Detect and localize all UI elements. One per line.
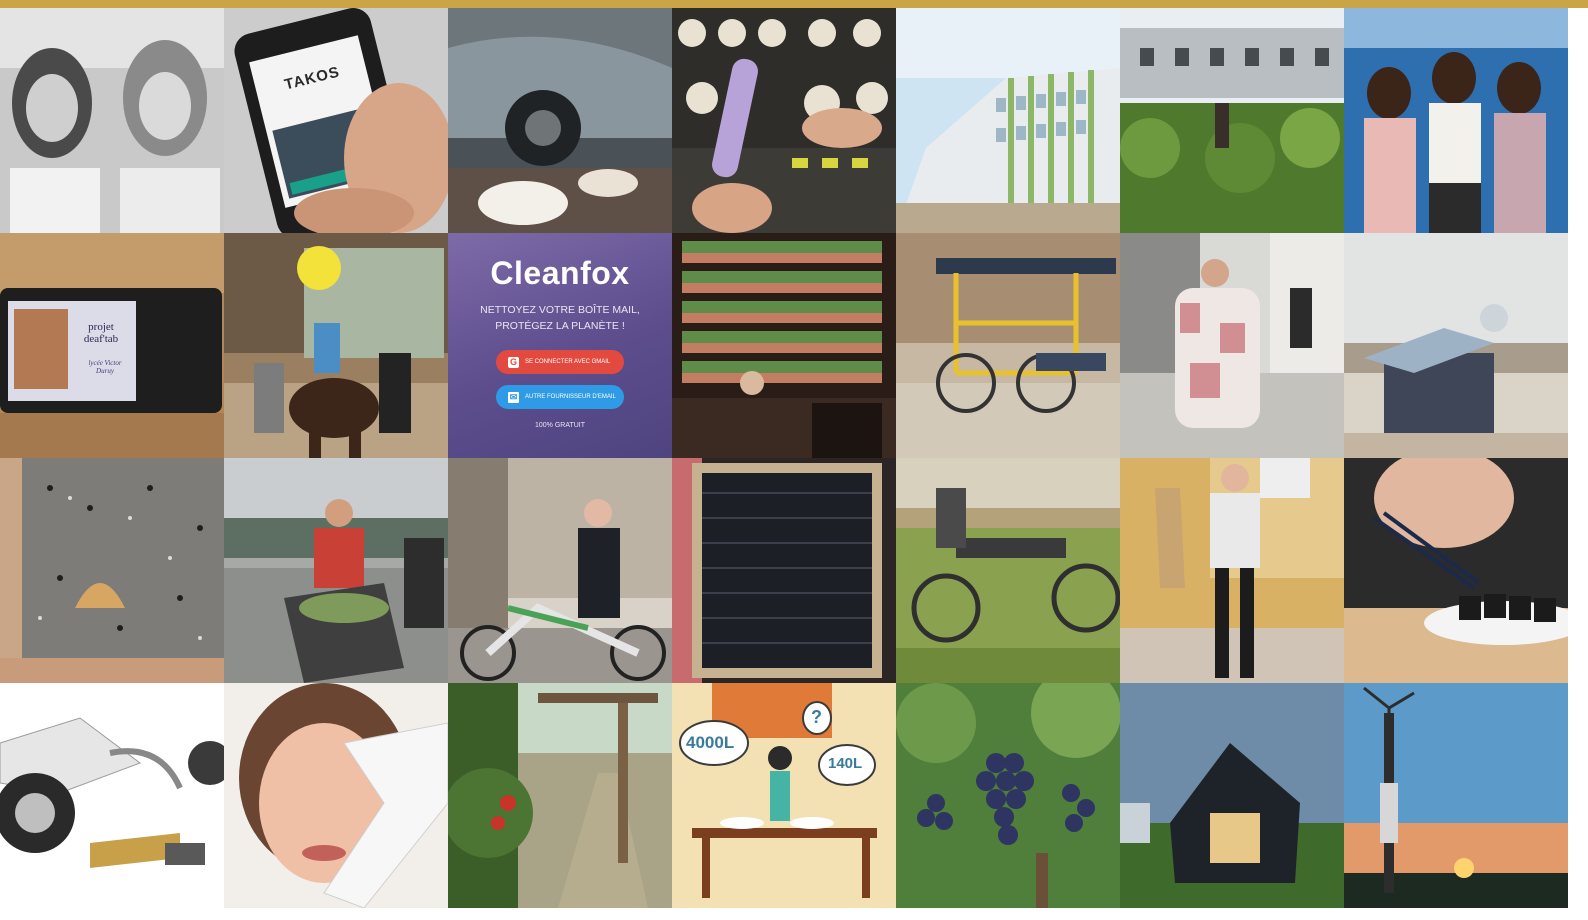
envelope-icon: ✉ (508, 391, 519, 403)
photo-horse-balloon (224, 233, 448, 458)
cleanfox-free-label: 100% GRATUIT (534, 422, 586, 429)
photo-woman-frame (224, 683, 448, 908)
photo-car-ballerina (448, 8, 672, 233)
photo-grid: TAKOS projet deaf'tab lycée Victor Duruy… (0, 8, 1568, 908)
water-4000l-label: 4000L (686, 733, 735, 752)
gmail-connect-button[interactable]: G SE CONNECTER AVEC GMAIL (496, 350, 624, 374)
tile-solar-rooftop[interactable] (1344, 233, 1568, 458)
diagram-car-wheel (0, 683, 224, 908)
tile-wind-turbine[interactable] (1344, 683, 1568, 908)
tile-car-diagram[interactable] (0, 683, 224, 908)
tile-printed-cabin[interactable] (1120, 683, 1344, 908)
tile-cargo-trike[interactable] (896, 458, 1120, 683)
tile-food-waste-bin[interactable] (224, 458, 448, 683)
photo-shell-material (0, 458, 224, 683)
photo-phone-hand (224, 8, 448, 233)
photo-green-facade (896, 8, 1120, 233)
photo-wind-turbine-sunset (1344, 683, 1568, 908)
tile-two-women-portrait[interactable] (0, 8, 224, 233)
cleanfox-banner: Cleanfox NETTOYEZ VOTRE BOÎTE MAIL, PROT… (448, 233, 672, 458)
tile-woman-frame[interactable] (224, 683, 448, 908)
photo-garden-path (448, 683, 672, 908)
tile-rooftop-garden[interactable] (1120, 8, 1344, 233)
photo-girls (1344, 8, 1568, 233)
question-mark-label: ? (811, 707, 822, 727)
photo-rooftop-garden (1120, 8, 1344, 233)
photo-food-waste (224, 458, 448, 683)
deaftab-line2: deaf'tab (83, 333, 119, 345)
tile-thread-spools[interactable] (672, 8, 896, 233)
illustration-water-footprint (672, 683, 896, 908)
photo-two-women (0, 8, 224, 233)
tile-sushi-chopsticks[interactable] (1344, 458, 1568, 683)
tile-woman-chair[interactable] (1120, 458, 1344, 683)
google-icon: G (508, 356, 519, 368)
other-provider-label: AUTRE FOURNISSEUR D'EMAIL (525, 394, 616, 400)
tile-solar-bike[interactable] (896, 233, 1120, 458)
cleanfox-subtitle: NETTOYEZ VOTRE BOÎTE MAIL, PROTÉGEZ LA P… (480, 304, 640, 332)
photo-woman-walking (1120, 458, 1344, 683)
tile-phone-app[interactable]: TAKOS (224, 8, 448, 233)
photo-spools (672, 8, 896, 233)
tile-horse-therapy[interactable] (224, 233, 448, 458)
water-140l-label: 140L (828, 755, 863, 772)
photo-cargo-trike (896, 458, 1120, 683)
photo-deaftab-device (0, 233, 224, 458)
photo-solar-collector (672, 458, 896, 683)
tile-car-mechanic[interactable] (448, 8, 672, 233)
top-accent-bar (0, 0, 1588, 8)
tile-deaftab-device[interactable]: projet deaf'tab lycée Victor Duruy (0, 233, 224, 458)
photo-solar-bike (896, 233, 1120, 458)
photo-vertical-farm (672, 233, 896, 458)
photo-grapes (896, 683, 1120, 908)
tile-water-illustration[interactable]: 4000L 140L ? (672, 683, 896, 908)
gmail-connect-label: SE CONNECTER AVEC GMAIL (525, 359, 611, 365)
tile-shell-terrazzo[interactable] (0, 458, 224, 683)
tile-grapes[interactable] (896, 683, 1120, 908)
tile-garden-path[interactable] (448, 683, 672, 908)
tile-plastic-bag-man[interactable] (1120, 233, 1344, 458)
deaftab-school: lycée Victor Duruy (88, 359, 122, 375)
tile-cleanfox[interactable]: Cleanfox NETTOYEZ VOTRE BOÎTE MAIL, PROT… (448, 233, 672, 458)
tile-folding-bike-man[interactable] (448, 458, 672, 683)
tile-solar-panel[interactable] (672, 458, 896, 683)
tile-vertical-farm[interactable] (672, 233, 896, 458)
deaftab-line1: projet (88, 321, 114, 333)
deaftab-screen-title: projet deaf'tab (76, 321, 126, 345)
photo-rooftop-solar-box (1344, 233, 1568, 458)
photo-sushi (1344, 458, 1568, 683)
other-provider-button[interactable]: ✉ AUTRE FOURNISSEUR D'EMAIL (496, 385, 624, 409)
photo-3d-printed-cabin (1120, 683, 1344, 908)
cleanfox-title: Cleanfox (490, 255, 630, 291)
photo-folding-bike (448, 458, 672, 683)
photo-plastic-bags-suit (1120, 233, 1344, 458)
tile-three-girls[interactable] (1344, 8, 1568, 233)
tile-green-buildings[interactable] (896, 8, 1120, 233)
